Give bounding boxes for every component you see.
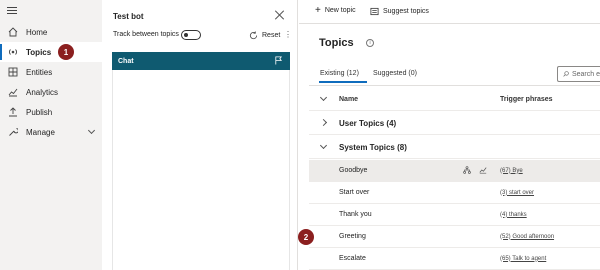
group-label: System Topics (8) <box>339 143 407 152</box>
left-nav: Home Topics Entities Analytics Publish M… <box>0 0 102 270</box>
collapse-all-icon[interactable] <box>319 93 328 102</box>
suggest-icon <box>370 7 379 16</box>
chevron-right-icon[interactable] <box>319 118 328 127</box>
chevron-down-icon <box>87 126 96 135</box>
table-row[interactable]: Thank you (4) thanks <box>309 204 600 226</box>
column-name-header[interactable]: Name <box>339 96 358 103</box>
publish-icon <box>7 107 18 118</box>
chat-label: Chat <box>118 57 134 65</box>
nav-item-label: Analytics <box>26 87 59 97</box>
nav-item-label: Publish <box>26 107 53 117</box>
trigger-phrases[interactable]: (4) thanks <box>500 212 527 218</box>
entities-icon <box>7 67 18 78</box>
table-row[interactable]: Start over (3) start over <box>309 182 600 204</box>
test-bot-title: Test bot <box>113 12 144 21</box>
callout-badge-2: 2 <box>298 229 314 245</box>
suggest-topics-button[interactable]: Suggest topics <box>370 7 429 16</box>
nav-item-manage[interactable]: Manage <box>0 122 102 142</box>
tab-suggested[interactable]: Suggested (0) <box>373 70 417 77</box>
search-placeholder: Search e <box>571 70 600 78</box>
nav-item-analytics[interactable]: Analytics <box>0 82 102 102</box>
table-row[interactable]: Goodbye (67) Bye <box>309 160 600 182</box>
row-actions <box>463 166 487 174</box>
search-input[interactable]: Search e <box>557 66 600 82</box>
column-trigger-header[interactable]: Trigger phrases <box>500 96 553 103</box>
topic-name[interactable]: Thank you <box>339 211 372 218</box>
suggest-topics-label: Suggest topics <box>383 8 429 15</box>
nav-item-publish[interactable]: Publish <box>0 102 102 122</box>
table-row[interactable]: Greeting (52) Good afternoon <box>309 226 600 248</box>
table-row[interactable]: Escalate (65) Talk to agent <box>309 248 600 270</box>
manage-icon <box>7 127 18 138</box>
page-title: Topics <box>319 37 354 49</box>
new-topic-label: New topic <box>324 7 356 14</box>
tab-active-indicator <box>319 81 367 83</box>
home-icon <box>7 27 18 38</box>
reset-label: Reset <box>262 32 281 39</box>
topic-name[interactable]: Escalate <box>339 255 366 262</box>
trigger-phrases[interactable]: (52) Good afternoon <box>500 234 554 240</box>
command-bar: + New topic Suggest topics <box>299 0 600 24</box>
chat-header: Chat <box>112 52 290 70</box>
nav-item-label: Entities <box>26 67 53 77</box>
table-header: Name Trigger phrases <box>309 89 600 111</box>
search-icon <box>563 71 569 77</box>
test-bot-panel: Test bot Track between topics Reset ⋮ Ch… <box>103 0 298 270</box>
trigger-phrases[interactable]: (65) Talk to agent <box>500 256 546 262</box>
nav-item-label: Manage <box>26 127 55 137</box>
tab-existing[interactable]: Existing (12) <box>320 70 359 77</box>
topics-main: + New topic Suggest topics Topics i Exis… <box>299 0 600 270</box>
refresh-icon <box>249 31 258 40</box>
group-system-topics[interactable]: System Topics (8) <box>309 137 600 159</box>
trigger-phrases[interactable]: (67) Bye <box>500 168 523 174</box>
topics-icon <box>7 47 18 58</box>
topic-name[interactable]: Goodbye <box>339 167 367 174</box>
new-topic-button[interactable]: + New topic <box>315 5 356 16</box>
plus-icon: + <box>315 5 321 16</box>
topic-map-icon[interactable] <box>463 166 471 174</box>
nav-item-label: Topics <box>26 47 52 57</box>
track-between-topics-toggle[interactable] <box>181 30 201 40</box>
info-icon[interactable]: i <box>366 39 374 47</box>
nav-item-topics[interactable]: Topics <box>0 42 102 62</box>
hamburger-menu-icon[interactable] <box>7 7 17 15</box>
analytics-icon[interactable] <box>479 166 487 174</box>
callout-badge-1: 1 <box>58 44 74 60</box>
track-between-topics-label: Track between topics <box>113 31 179 38</box>
nav-item-entities[interactable]: Entities <box>0 62 102 82</box>
chat-area[interactable] <box>112 70 290 270</box>
trigger-phrases[interactable]: (3) start over <box>500 190 534 196</box>
chevron-down-icon[interactable] <box>319 141 328 150</box>
topic-name[interactable]: Greeting <box>339 233 366 240</box>
analytics-icon <box>7 87 18 98</box>
group-user-topics[interactable]: User Topics (4) <box>309 113 600 135</box>
nav-item-home[interactable]: Home <box>0 22 102 42</box>
close-icon[interactable] <box>275 10 285 20</box>
divider <box>309 85 600 86</box>
nav-item-label: Home <box>26 27 48 37</box>
group-label: User Topics (4) <box>339 119 397 128</box>
flag-icon[interactable] <box>274 56 283 65</box>
reset-button[interactable]: Reset <box>249 31 280 40</box>
more-options-icon[interactable]: ⋮ <box>284 30 292 39</box>
topic-name[interactable]: Start over <box>339 189 369 196</box>
